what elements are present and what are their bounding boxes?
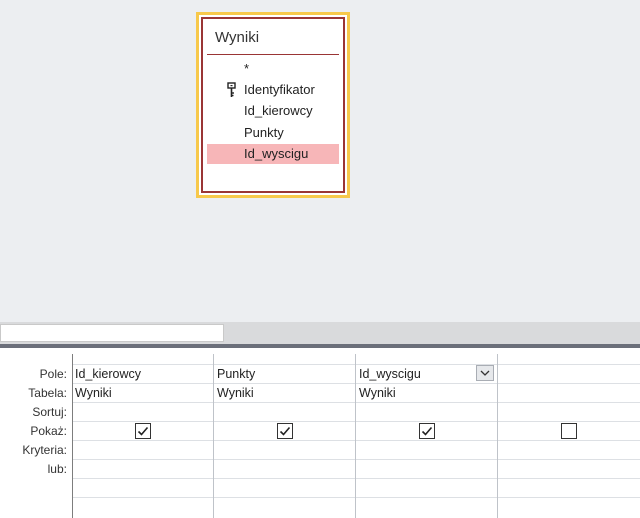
table-box-wyniki[interactable]: Wyniki * Identyfikator Id_kierowcy Punkt… xyxy=(196,12,350,198)
field-item-punkty[interactable]: Punkty xyxy=(207,123,339,143)
field-combo[interactable]: Id_wyscigu xyxy=(359,365,421,384)
grid-line xyxy=(72,497,640,498)
field-item-identyfikator[interactable]: Identyfikator xyxy=(207,80,339,100)
horizontal-scrollbar[interactable] xyxy=(0,322,640,344)
query-design-area[interactable]: Wyniki * Identyfikator Id_kierowcy Punkt… xyxy=(0,0,640,322)
grid-column-separator xyxy=(497,354,498,518)
field-label: Punkty xyxy=(244,125,284,140)
field-item-all[interactable]: * xyxy=(207,59,339,79)
show-checkbox[interactable] xyxy=(419,423,435,439)
primary-key-icon xyxy=(227,82,236,97)
row-label-kryteria: Kryteria: xyxy=(22,443,67,457)
checkmark-icon xyxy=(421,426,433,436)
grid-column-separator xyxy=(355,354,356,518)
table-cell[interactable]: Wyniki xyxy=(217,384,254,403)
grid-column-separator xyxy=(213,354,214,518)
scrollbar-thumb[interactable] xyxy=(0,324,224,342)
table-cell[interactable]: Wyniki xyxy=(359,384,396,403)
grid-line xyxy=(72,364,640,365)
checkmark-icon xyxy=(137,426,149,436)
grid-line xyxy=(72,383,640,384)
row-label-pokaz: Pokaż: xyxy=(30,424,67,438)
row-label-pole: Pole: xyxy=(39,367,67,381)
table-cell[interactable]: Wyniki xyxy=(75,384,112,403)
field-label: Id_wyscigu xyxy=(244,146,309,161)
row-label-lub: lub: xyxy=(47,462,67,476)
field-item-id-kierowcy[interactable]: Id_kierowcy xyxy=(207,101,339,121)
field-label: Id_kierowcy xyxy=(244,103,313,118)
grid-line xyxy=(72,421,640,422)
row-label-tabela: Tabela: xyxy=(28,386,67,400)
field-cell[interactable]: Id_kierowcy xyxy=(75,365,141,384)
show-checkbox[interactable] xyxy=(277,423,293,439)
grid-line xyxy=(72,402,640,403)
show-checkbox[interactable] xyxy=(561,423,577,439)
chevron-down-icon xyxy=(480,370,490,376)
grid-line xyxy=(72,459,640,460)
show-checkbox[interactable] xyxy=(135,423,151,439)
grid-line xyxy=(72,440,640,441)
field-label: Identyfikator xyxy=(244,82,315,97)
checkmark-icon xyxy=(279,426,291,436)
field-item-id-wyscigu[interactable]: Id_wyscigu xyxy=(207,144,339,164)
field-label: * xyxy=(244,61,250,76)
title-divider xyxy=(207,54,339,55)
table-box-frame: Wyniki * Identyfikator Id_kierowcy Punkt… xyxy=(201,17,345,193)
field-cell[interactable]: Punkty xyxy=(217,365,255,384)
field-dropdown-button[interactable] xyxy=(476,365,494,381)
row-label-sortuj: Sortuj: xyxy=(32,405,67,419)
table-title[interactable]: Wyniki xyxy=(215,29,259,46)
grid-column-separator xyxy=(72,354,73,518)
query-grid[interactable]: Pole: Tabela: Sortuj: Pokaż: Kryteria: l… xyxy=(0,348,640,518)
grid-line xyxy=(72,478,640,479)
